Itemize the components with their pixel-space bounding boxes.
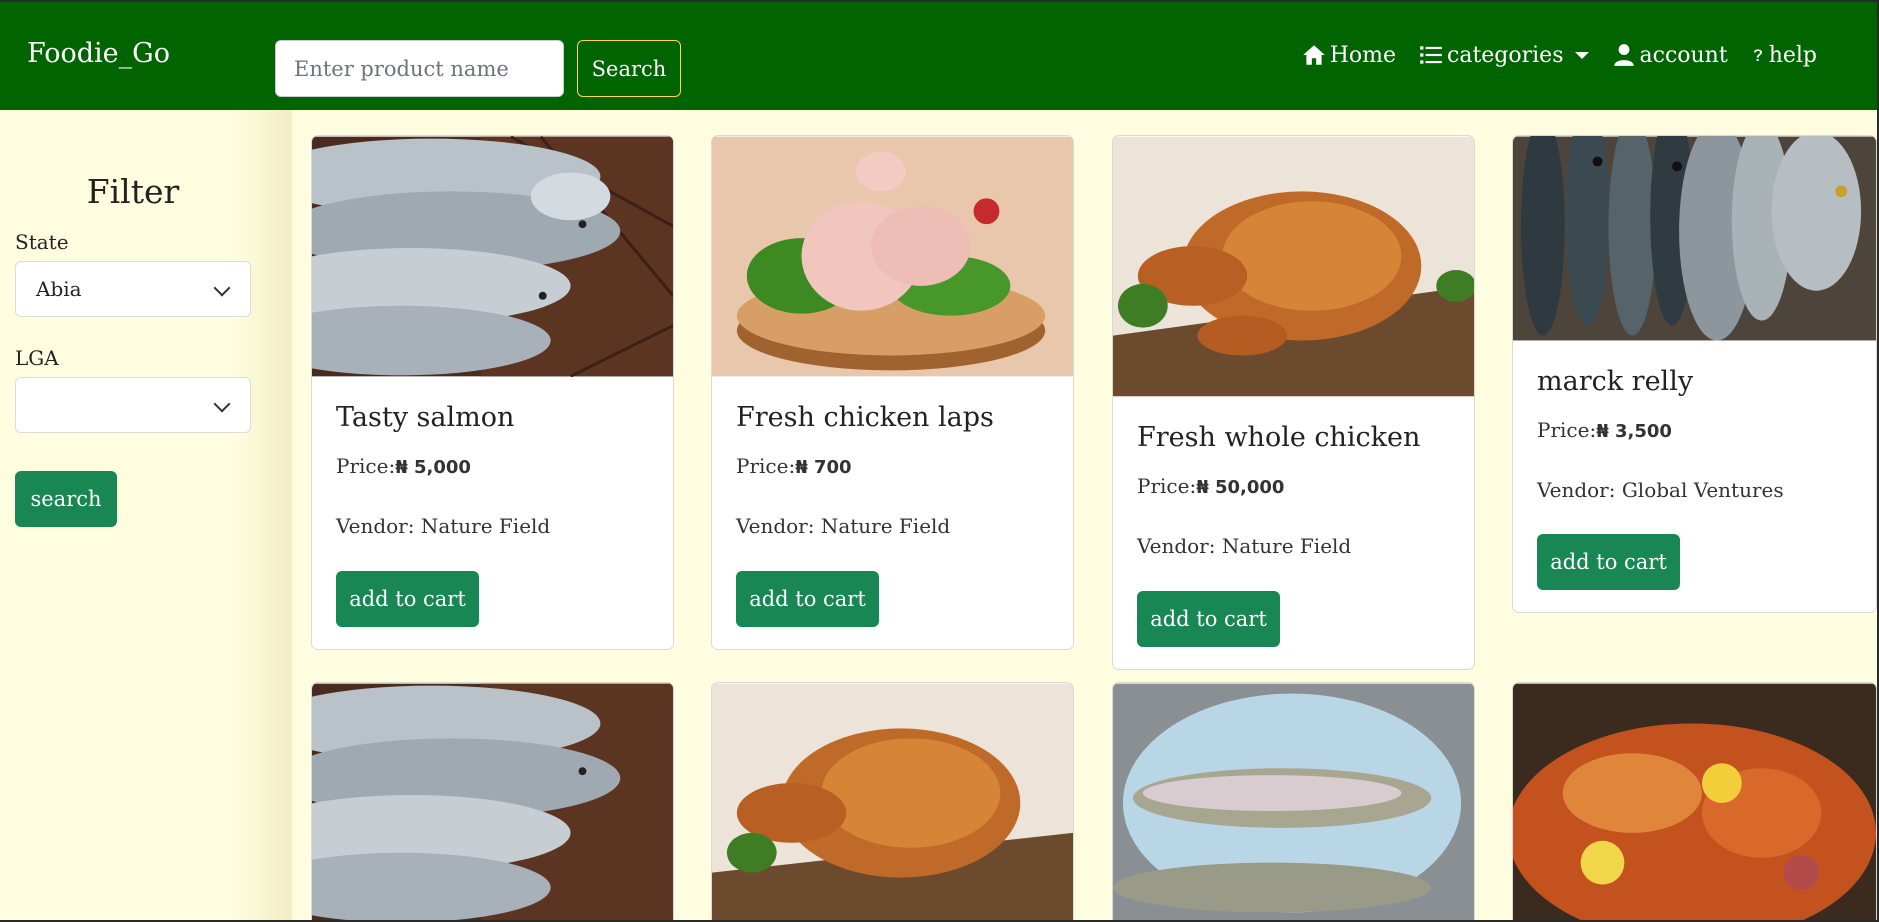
product-vendor: Vendor: Nature Field — [336, 514, 551, 538]
product-title: Fresh whole chicken — [1137, 422, 1421, 453]
product-price: Price:₦ 50,000 — [1137, 474, 1284, 498]
question-icon — [1753, 49, 1762, 61]
price-label: Price: — [1137, 474, 1197, 498]
product-card: Tasty salmon Price:₦ 5,000 Vendor: Natur… — [311, 135, 674, 650]
price-value: ₦ 5,000 — [395, 457, 471, 478]
product-vendor: Vendor: Nature Field — [736, 514, 951, 538]
product-price: Price:₦ 700 — [736, 454, 852, 478]
add-to-cart-button[interactable]: add to cart — [1537, 534, 1680, 590]
nav-account[interactable]: account — [1611, 42, 1728, 68]
product-title: Tasty salmon — [336, 402, 515, 433]
nav-home-label: Home — [1329, 42, 1396, 68]
filter-title: Filter — [86, 172, 180, 211]
chevron-down-icon — [213, 279, 231, 297]
product-vendor: Vendor: Global Ventures — [1537, 478, 1784, 502]
home-icon — [1302, 45, 1325, 65]
product-image-salmon[interactable] — [312, 136, 673, 377]
state-select-value: Abia — [36, 277, 82, 301]
product-image-seafood-boil[interactable] — [1513, 683, 1876, 920]
price-label: Price: — [336, 454, 396, 478]
nav-help-label: help — [1768, 42, 1817, 68]
product-card — [711, 682, 1074, 920]
chevron-down-icon — [213, 395, 231, 413]
user-icon — [1613, 44, 1634, 66]
price-label: Price: — [1537, 418, 1597, 442]
product-image-salmon[interactable] — [312, 683, 673, 920]
brand-logo[interactable]: Foodie_Go — [27, 38, 170, 69]
product-card — [311, 682, 674, 920]
app-frame: Foodie_Go Search Home categories account… — [0, 2, 1877, 920]
price-label: Price: — [736, 454, 796, 478]
product-image-roast-chicken[interactable] — [712, 683, 1073, 920]
nav-categories-label: categories — [1447, 42, 1564, 68]
product-price: Price:₦ 3,500 — [1537, 418, 1672, 442]
state-select[interactable]: Abia — [15, 261, 251, 317]
nav-help[interactable]: help — [1750, 42, 1817, 68]
search-button[interactable]: Search — [577, 40, 681, 97]
chevron-down-icon — [1574, 51, 1589, 59]
price-value: ₦ 3,500 — [1596, 421, 1672, 442]
product-card — [1512, 682, 1877, 920]
product-card: Fresh chicken laps Price:₦ 700 Vendor: N… — [711, 135, 1074, 650]
nav-home[interactable]: Home — [1301, 42, 1396, 68]
product-image-trout[interactable] — [1113, 683, 1474, 920]
filter-sidebar: Filter State Abia LGA search — [0, 110, 292, 920]
product-image-mackerel[interactable] — [1513, 136, 1876, 341]
add-to-cart-button[interactable]: add to cart — [736, 571, 879, 627]
filter-search-button[interactable]: search — [15, 471, 117, 527]
product-search-input[interactable] — [275, 40, 564, 97]
state-label: State — [15, 230, 69, 254]
nav-links: Home categories account help — [1301, 42, 1817, 68]
lga-select[interactable] — [15, 377, 251, 433]
product-image-roast-chicken[interactable] — [1113, 136, 1474, 397]
product-card — [1112, 682, 1475, 920]
nav-categories[interactable]: categories — [1418, 42, 1589, 68]
product-card: Fresh whole chicken Price:₦ 50,000 Vendo… — [1112, 135, 1475, 670]
price-value: ₦ 50,000 — [1196, 477, 1285, 498]
product-vendor: Vendor: Nature Field — [1137, 534, 1352, 558]
lga-label: LGA — [15, 346, 59, 370]
top-navbar: Foodie_Go Search Home categories account… — [0, 2, 1877, 110]
price-value: ₦ 700 — [795, 457, 852, 478]
product-card: marck relly Price:₦ 3,500 Vendor: Global… — [1512, 135, 1877, 613]
add-to-cart-button[interactable]: add to cart — [1137, 591, 1280, 647]
list-icon — [1420, 46, 1442, 64]
add-to-cart-button[interactable]: add to cart — [336, 571, 479, 627]
nav-account-label: account — [1639, 42, 1728, 68]
product-title: marck relly — [1537, 366, 1694, 397]
product-title: Fresh chicken laps — [736, 402, 994, 433]
product-price: Price:₦ 5,000 — [336, 454, 471, 478]
product-image-chicken-legs[interactable] — [712, 136, 1073, 377]
